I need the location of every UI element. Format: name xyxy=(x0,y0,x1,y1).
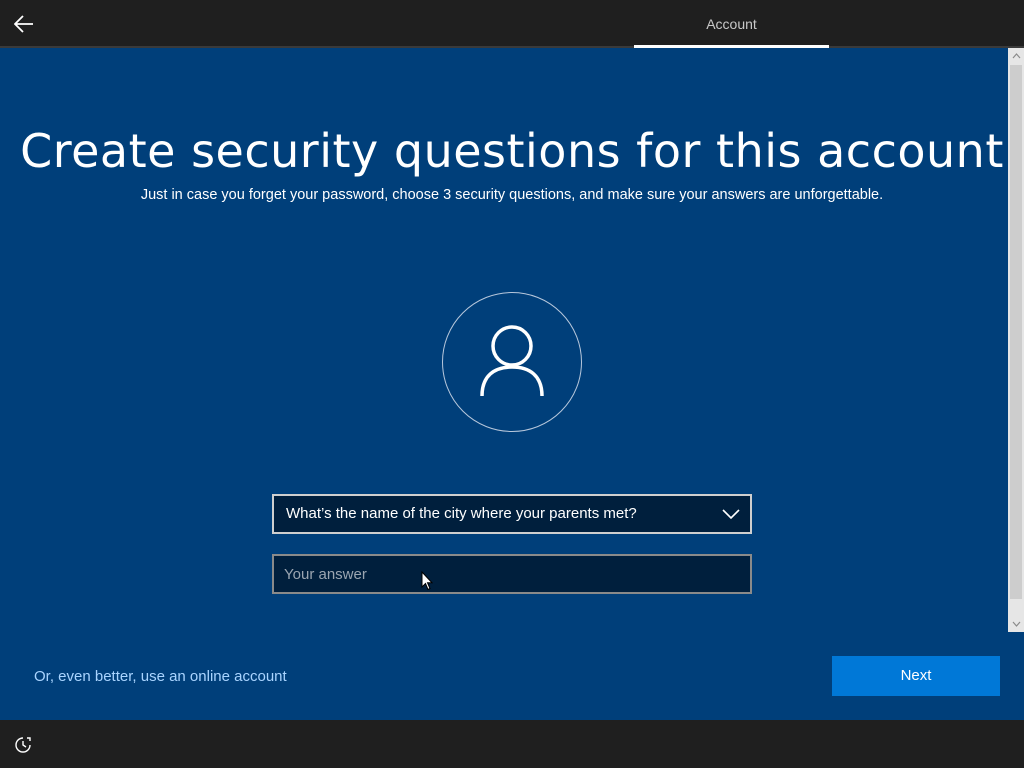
back-button[interactable] xyxy=(8,8,40,40)
online-account-link[interactable]: Or, even better, use an online account xyxy=(34,668,287,685)
top-bar: Account xyxy=(0,0,1024,48)
person-icon xyxy=(480,325,544,397)
bottom-bar xyxy=(0,720,1024,768)
scroll-down-button[interactable] xyxy=(1008,616,1024,632)
page-title: Create security questions for this accou… xyxy=(20,124,1004,178)
user-avatar xyxy=(442,292,582,432)
next-button[interactable]: Next xyxy=(832,656,1000,696)
arrow-left-icon xyxy=(14,15,33,33)
ease-of-access-button[interactable] xyxy=(12,734,34,756)
security-answer-input[interactable] xyxy=(272,554,752,594)
mouse-cursor-icon xyxy=(421,571,433,591)
security-question-dropdown[interactable]: What’s the name of the city where your p… xyxy=(272,494,752,534)
scroll-up-button[interactable] xyxy=(1008,48,1024,64)
security-question-selected: What’s the name of the city where your p… xyxy=(286,505,637,522)
chevron-down-icon xyxy=(722,509,740,520)
tab-account: Account xyxy=(706,16,757,32)
chevron-down-small-icon xyxy=(1012,621,1020,627)
page-subtitle: Just in case you forget your password, c… xyxy=(140,187,884,203)
ease-of-access-icon xyxy=(15,737,31,753)
chevron-up-icon xyxy=(1012,53,1020,59)
